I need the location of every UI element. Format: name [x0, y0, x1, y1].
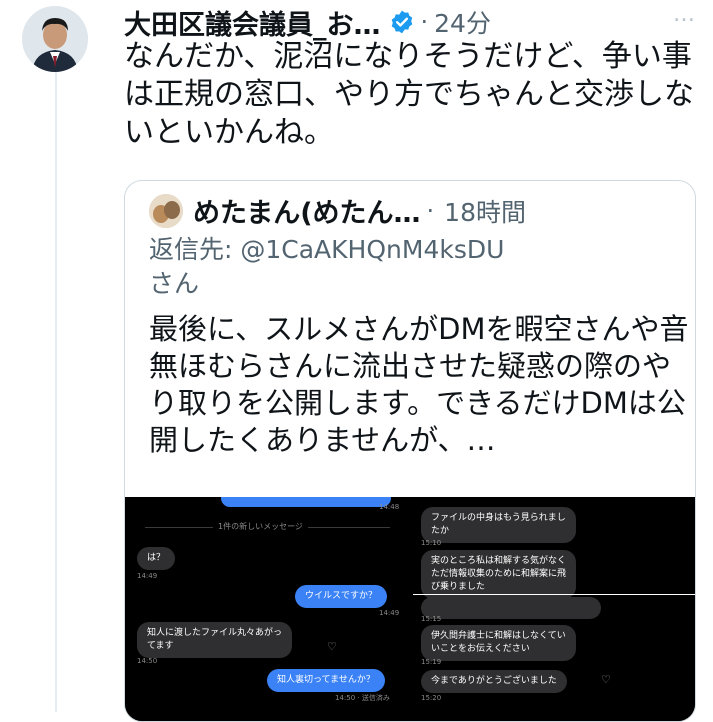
dm-line: 伊久間弁護士に和解はしなくてい	[431, 631, 566, 641]
dm-timestamp: 14:50 · 送信済み	[335, 694, 390, 702]
dm-incoming-message-cutoff	[421, 597, 601, 619]
dm-incoming-message: 実のところ私は和解する気がなく ただ情報収集のために和解案に飛 び乗りました	[421, 550, 577, 599]
dm-screenshot-right[interactable]: ファイルの中身はもう見られまし たか 15:10 実のところ私は和解する気がなくた…	[413, 497, 695, 721]
dm-line: ただ情報収集のために和解案に飛	[431, 569, 567, 579]
dm-timestamp: 14:49	[379, 609, 400, 617]
dm-timestamp: 15:15	[421, 615, 442, 623]
dm-line: ファイルの中身はもう見られまし	[431, 513, 566, 523]
dm-incoming-message: 伊久間弁護士に和解はしなくてい いことをお伝えください	[421, 625, 576, 661]
quoted-timestamp: 18時間	[444, 197, 526, 227]
dm-timestamp: 14:48	[379, 503, 400, 511]
quoted-author-avatar	[149, 193, 183, 228]
dm-line: てます	[147, 641, 174, 651]
dm-line: 知人に渡したファイル丸々あがっ	[147, 628, 283, 638]
dm-react-heart-icon[interactable]: ♡	[327, 640, 337, 653]
dm-line: いことをお伝えください	[431, 644, 530, 654]
quoted-header-separator: ·	[426, 196, 435, 225]
quoted-tweet-card[interactable]: めたまん(めたん… · 18時間 返信先: @1CaAKHQnM4ksDU さん …	[124, 180, 696, 722]
dm-outgoing-bubble-cutoff	[221, 497, 391, 507]
thread-connector-line	[55, 72, 57, 712]
reply-to-suffix: さん	[149, 269, 200, 298]
dm-screenshot-left[interactable]: 14:48 1件の新しいメッセージ は？ 14:49 ウイルスですか？ 14:4…	[125, 497, 410, 721]
reply-to-prefix: 返信先:	[149, 235, 241, 264]
dm-react-heart-icon[interactable]: ♡	[601, 673, 611, 686]
quoted-author-name: めたまん(めたん…	[193, 198, 421, 229]
tweet-header: 大田区議会議員_お… · 24分	[124, 3, 709, 42]
reply-to-line: 返信先: @1CaAKHQnM4ksDU さん	[149, 233, 679, 301]
reply-to-handle[interactable]: @1CaAKHQnM4ksDU	[240, 235, 504, 264]
dm-line: 実のところ私は和解する気がなく	[431, 556, 567, 566]
quoted-avatar-image-icon	[149, 193, 183, 228]
dm-line: び乗りました	[431, 582, 486, 592]
header-separator: ·	[420, 8, 429, 36]
more-options-icon[interactable]: …	[673, 2, 697, 27]
dm-timestamp: 15:10	[421, 539, 442, 547]
dm-timestamp: 15:19	[421, 658, 442, 666]
dm-timestamp: 14:50	[137, 657, 158, 665]
dm-incoming-message: は？	[137, 547, 176, 570]
tweet-timestamp[interactable]: 24分	[434, 4, 491, 40]
author-name[interactable]: 大田区議会議員_お…	[124, 3, 381, 42]
quoted-tweet-text: 最後に、スルメさんがDMを暇空さんや音無ほむらさんに流出させた疑惑の際のやり取り…	[149, 312, 689, 457]
new-message-divider-label: 1件の新しいメッセージ	[213, 521, 308, 532]
dm-line: たか	[431, 526, 450, 536]
avatar-portrait-icon	[22, 6, 88, 72]
dm-incoming-message: 知人に渡したファイル丸々あがっ てます	[137, 622, 293, 658]
dm-outgoing-message: 知人裏切ってませんか？	[267, 669, 385, 692]
dm-outgoing-message: ウイルスですか？	[295, 585, 388, 608]
verified-badge-icon	[391, 10, 412, 34]
dm-incoming-message: ファイルの中身はもう見られまし たか	[421, 507, 576, 543]
dm-timestamp: 14:49	[137, 572, 158, 580]
dm-incoming-message: 今までありがとうございました	[421, 670, 567, 693]
quoted-tweet-header: めたまん(めたん… · 18時間	[149, 191, 526, 230]
tweet-text: なんだか、泥沼になりそうだけど、争い事は正規の窓口、やり方でちゃんと交渉しないと…	[124, 39, 694, 150]
author-avatar[interactable]	[22, 6, 88, 72]
attached-screenshots[interactable]: 14:48 1件の新しいメッセージ は？ 14:49 ウイルスですか？ 14:4…	[125, 497, 695, 721]
screenshot-split-line	[413, 594, 695, 595]
dm-timestamp: 15:20	[421, 694, 442, 702]
